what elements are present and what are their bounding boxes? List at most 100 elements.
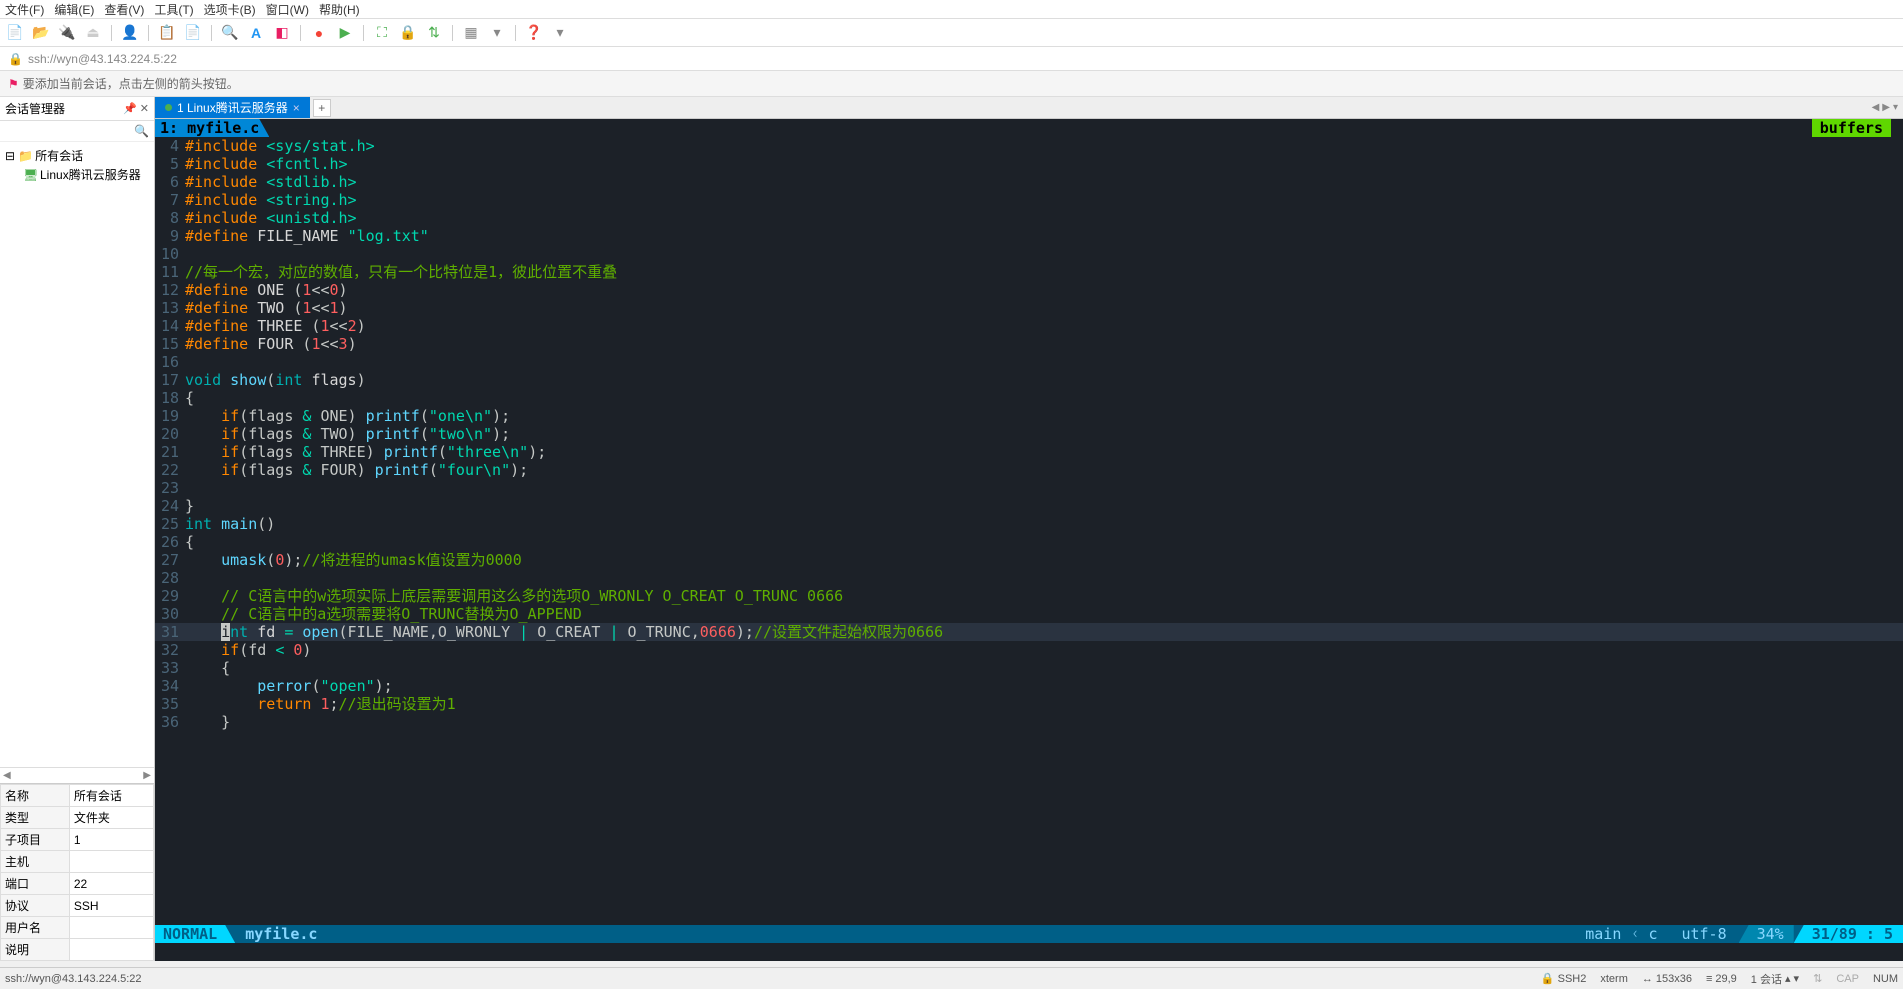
prop-key: 名称	[1, 785, 70, 807]
address-text[interactable]: ssh://wyn@43.143.224.5:22	[28, 52, 177, 66]
code-line[interactable]: 31 int fd = open(FILE_NAME,O_WRONLY | O_…	[155, 623, 1903, 641]
menu-tools[interactable]: 工具(T)	[154, 1, 193, 18]
tab-menu-icon[interactable]: ▾	[1893, 102, 1898, 113]
flag-icon[interactable]: ⚑	[8, 77, 19, 91]
code-line[interactable]: 35 return 1;//退出码设置为1	[155, 695, 1903, 713]
code-line[interactable]: 4#include <sys/stat.h>	[155, 137, 1903, 155]
terminal[interactable]: 1: myfile.c buffers 4#include <sys/stat.…	[155, 119, 1903, 961]
play-icon[interactable]: ▶	[335, 23, 355, 43]
tab-close-icon[interactable]: ×	[293, 101, 300, 115]
layout-icon[interactable]: ▦	[461, 23, 481, 43]
scroll-left-icon[interactable]: ◀	[3, 770, 11, 781]
menu-edit[interactable]: 编辑(E)	[54, 1, 94, 18]
lock-icon[interactable]: 🔒	[398, 23, 418, 43]
code-line[interactable]: 18{	[155, 389, 1903, 407]
code-line[interactable]: 28	[155, 569, 1903, 587]
lock-icon: 🔒	[1541, 972, 1555, 985]
code-line[interactable]: 6#include <stdlib.h>	[155, 173, 1903, 191]
code-line[interactable]: 25int main()	[155, 515, 1903, 533]
code-line[interactable]: 11//每一个宏，对应的数值，只有一个比特位是1，彼此位置不重叠	[155, 263, 1903, 281]
font-icon[interactable]: A	[246, 23, 266, 43]
prop-row: 用户名	[1, 917, 154, 939]
code-line[interactable]: 33 {	[155, 659, 1903, 677]
line-number: 24	[155, 497, 185, 515]
code-line[interactable]: 15#define FOUR (1<<3)	[155, 335, 1903, 353]
pin-icon[interactable]: 📌	[123, 102, 137, 115]
code-line[interactable]: 13#define TWO (1<<1)	[155, 299, 1903, 317]
code-line[interactable]: 22 if(flags & FOUR) printf("four\n");	[155, 461, 1903, 479]
line-number: 27	[155, 551, 185, 569]
open-icon[interactable]: 📂	[31, 23, 51, 43]
scroll-right-icon[interactable]: ▶	[143, 770, 151, 781]
search-icon[interactable]: 🔍	[220, 23, 240, 43]
line-text: int main()	[185, 515, 1903, 533]
code-line[interactable]: 8#include <unistd.h>	[155, 209, 1903, 227]
prop-row: 端口22	[1, 873, 154, 895]
prop-row: 类型文件夹	[1, 807, 154, 829]
line-text	[185, 353, 1903, 371]
code-line[interactable]: 27 umask(0);//将进程的umask值设置为0000	[155, 551, 1903, 569]
line-text: #define FOUR (1<<3)	[185, 335, 1903, 353]
tab-prev-icon[interactable]: ◀	[1872, 102, 1880, 113]
tree-item-server[interactable]: 🖥 Linux腾讯云服务器	[5, 165, 149, 184]
fullscreen-icon[interactable]: ⛶	[372, 23, 392, 43]
line-number: 5	[155, 155, 185, 173]
code-line[interactable]: 24}	[155, 497, 1903, 515]
paste-icon[interactable]: 📄	[183, 23, 203, 43]
menu-window[interactable]: 窗口(W)	[266, 1, 309, 18]
code-line[interactable]: 36 }	[155, 713, 1903, 731]
tab-next-icon[interactable]: ▶	[1882, 102, 1890, 113]
tree-root[interactable]: ⊟ 📁 所有会话	[5, 146, 149, 165]
code-line[interactable]: 29 // C语言中的w选项实际上底层需要调用这么多的选项O_WRONLY O_…	[155, 587, 1903, 605]
code-line[interactable]: 5#include <fcntl.h>	[155, 155, 1903, 173]
dropdown2-icon[interactable]: ▾	[550, 23, 570, 43]
menu-file[interactable]: 文件(F)	[5, 1, 44, 18]
vim-percent: 34%	[1739, 925, 1794, 943]
dropdown-icon[interactable]: ▾	[487, 23, 507, 43]
line-text: #define FILE_NAME "log.txt"	[185, 227, 1903, 245]
disconnect-icon[interactable]: ⏏	[83, 23, 103, 43]
close-icon[interactable]: ✕	[140, 102, 149, 115]
code-line[interactable]: 20 if(flags & TWO) printf("two\n");	[155, 425, 1903, 443]
app-statusbar: ssh://wyn@43.143.224.5:22 🔒SSH2 xterm ↔ …	[0, 967, 1903, 989]
status-sessions[interactable]: 1 会话 ▴ ▾	[1751, 971, 1799, 987]
line-number: 9	[155, 227, 185, 245]
tab-add-button[interactable]: +	[313, 99, 331, 117]
record-icon[interactable]: ●	[309, 23, 329, 43]
code-line[interactable]: 12#define ONE (1<<0)	[155, 281, 1903, 299]
color-icon[interactable]: ◧	[272, 23, 292, 43]
menu-view[interactable]: 查看(V)	[104, 1, 144, 18]
help-icon[interactable]: ❓	[524, 23, 544, 43]
code-line[interactable]: 19 if(flags & ONE) printf("one\n");	[155, 407, 1903, 425]
status-updown-icon[interactable]: ⇅	[1813, 972, 1822, 985]
code-area[interactable]: 4#include <sys/stat.h>5#include <fcntl.h…	[155, 137, 1903, 731]
new-icon[interactable]: 📄	[5, 23, 25, 43]
connect-icon[interactable]: 🔌	[57, 23, 77, 43]
prop-key: 协议	[1, 895, 70, 917]
tab-session[interactable]: 1 Linux腾讯云服务器 ×	[155, 97, 310, 118]
line-number: 17	[155, 371, 185, 389]
line-text: {	[185, 659, 1903, 677]
status-dot-icon	[165, 104, 172, 111]
code-line[interactable]: 26{	[155, 533, 1903, 551]
code-line[interactable]: 21 if(flags & THREE) printf("three\n");	[155, 443, 1903, 461]
sidebar-search[interactable]: 🔍	[0, 121, 154, 142]
code-line[interactable]: 32 if(fd < 0)	[155, 641, 1903, 659]
code-line[interactable]: 7#include <string.h>	[155, 191, 1903, 209]
line-text: #include <sys/stat.h>	[185, 137, 1903, 155]
transfer-icon[interactable]: ⇅	[424, 23, 444, 43]
collapse-icon[interactable]: ⊟	[5, 149, 15, 163]
copy-icon[interactable]: 📋	[157, 23, 177, 43]
code-line[interactable]: 17void show(int flags)	[155, 371, 1903, 389]
code-line[interactable]: 30 // C语言中的a选项需要将O_TRUNC替换为O_APPEND	[155, 605, 1903, 623]
code-line[interactable]: 16	[155, 353, 1903, 371]
code-line[interactable]: 23	[155, 479, 1903, 497]
profile-icon[interactable]: 👤	[120, 23, 140, 43]
code-line[interactable]: 14#define THREE (1<<2)	[155, 317, 1903, 335]
menu-help[interactable]: 帮助(H)	[319, 1, 360, 18]
code-line[interactable]: 10	[155, 245, 1903, 263]
menu-tabs[interactable]: 选项卡(B)	[204, 1, 256, 18]
code-line[interactable]: 9#define FILE_NAME "log.txt"	[155, 227, 1903, 245]
line-number: 36	[155, 713, 185, 731]
code-line[interactable]: 34 perror("open");	[155, 677, 1903, 695]
